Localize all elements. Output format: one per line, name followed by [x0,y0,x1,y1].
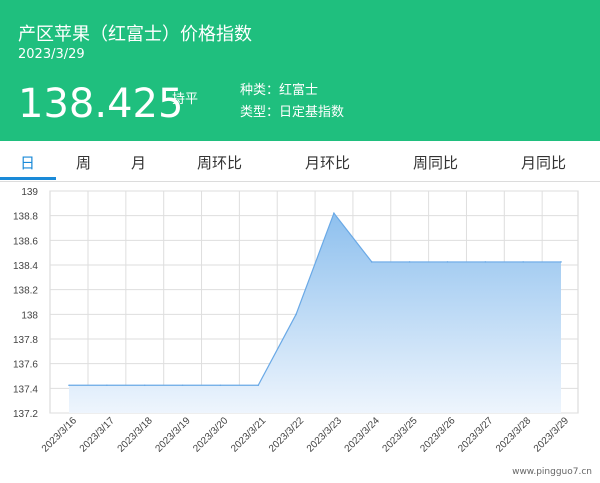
y-tick-label: 138.4 [13,261,38,272]
price-index-chart: 137.2 137.4 137.6 137.8 138 138.2 138.4 138.6 13… [13,187,579,455]
data-point [181,384,184,387]
data-point [143,384,146,387]
date-label: 2023/3/29 [18,47,85,62]
x-tick-label: 2023/3/26 [418,415,458,455]
y-tick-label: 138.8 [13,212,38,223]
tab-month-mom[interactable]: 月环比 [305,152,350,173]
tab-week[interactable]: 周 [76,152,91,173]
y-tick-label: 137.6 [13,360,38,371]
y-tick-label: 139 [21,187,38,198]
watermark: www.pingguo7.cn [512,467,592,477]
data-point [522,261,524,263]
x-tick-label: 2023/3/16 [40,415,80,455]
x-tick-label: 2023/3/23 [305,415,345,455]
tab-week-mom[interactable]: 周环比 [197,152,242,173]
period-tabs: 日 周 月 周环比 月环比 周同比 月同比 [0,141,600,182]
x-tick-label: 2023/3/22 [267,415,307,455]
x-tick-label: 2023/3/20 [191,415,231,455]
data-point [370,261,373,263]
x-tick-label: 2023/3/25 [380,415,420,455]
tab-month[interactable]: 月 [131,152,146,173]
data-point [257,384,260,387]
data-point [408,261,411,263]
y-tick-label: 138 [21,310,38,321]
x-tick-label: 2023/3/17 [78,415,118,455]
x-tick-label: 2023/3/27 [456,415,496,455]
header: 产区苹果（红富士）价格指数 2023/3/29 138.425 持平 种类：红富… [0,0,600,141]
price-value: 138.425 [18,81,184,127]
type-label: 类型：日定基指数 [240,105,345,120]
x-tick-label: 2023/3/19 [153,415,193,455]
trend-label: 持平 [172,92,199,107]
x-tick-label: 2023/3/24 [343,415,383,455]
data-point [333,212,335,214]
variety-label: 种类：红富士 [240,83,319,98]
data-point [68,384,70,387]
tab-month-yoy[interactable]: 月同比 [521,152,566,173]
data-point [219,384,222,387]
data-point [484,261,487,263]
tab-day[interactable]: 日 [20,152,35,173]
page-title: 产区苹果（红富士）价格指数 [18,24,252,45]
y-tick-label: 138.6 [13,236,38,247]
data-point [560,261,562,263]
x-tick-label: 2023/3/21 [229,415,269,455]
tab-week-yoy[interactable]: 周同比 [413,152,458,173]
x-tick-label: 2023/3/28 [494,415,534,455]
data-point [446,261,449,263]
data-point [106,384,108,387]
x-tick-label: 2023/3/29 [532,415,572,455]
x-tick-label: 2023/3/18 [116,415,156,455]
y-tick-label: 137.4 [13,384,38,395]
active-tab-indicator [0,177,56,180]
data-point [295,313,297,316]
y-tick-label: 137.2 [13,409,38,420]
y-tick-label: 137.8 [13,335,38,346]
y-tick-label: 138.2 [13,286,38,297]
